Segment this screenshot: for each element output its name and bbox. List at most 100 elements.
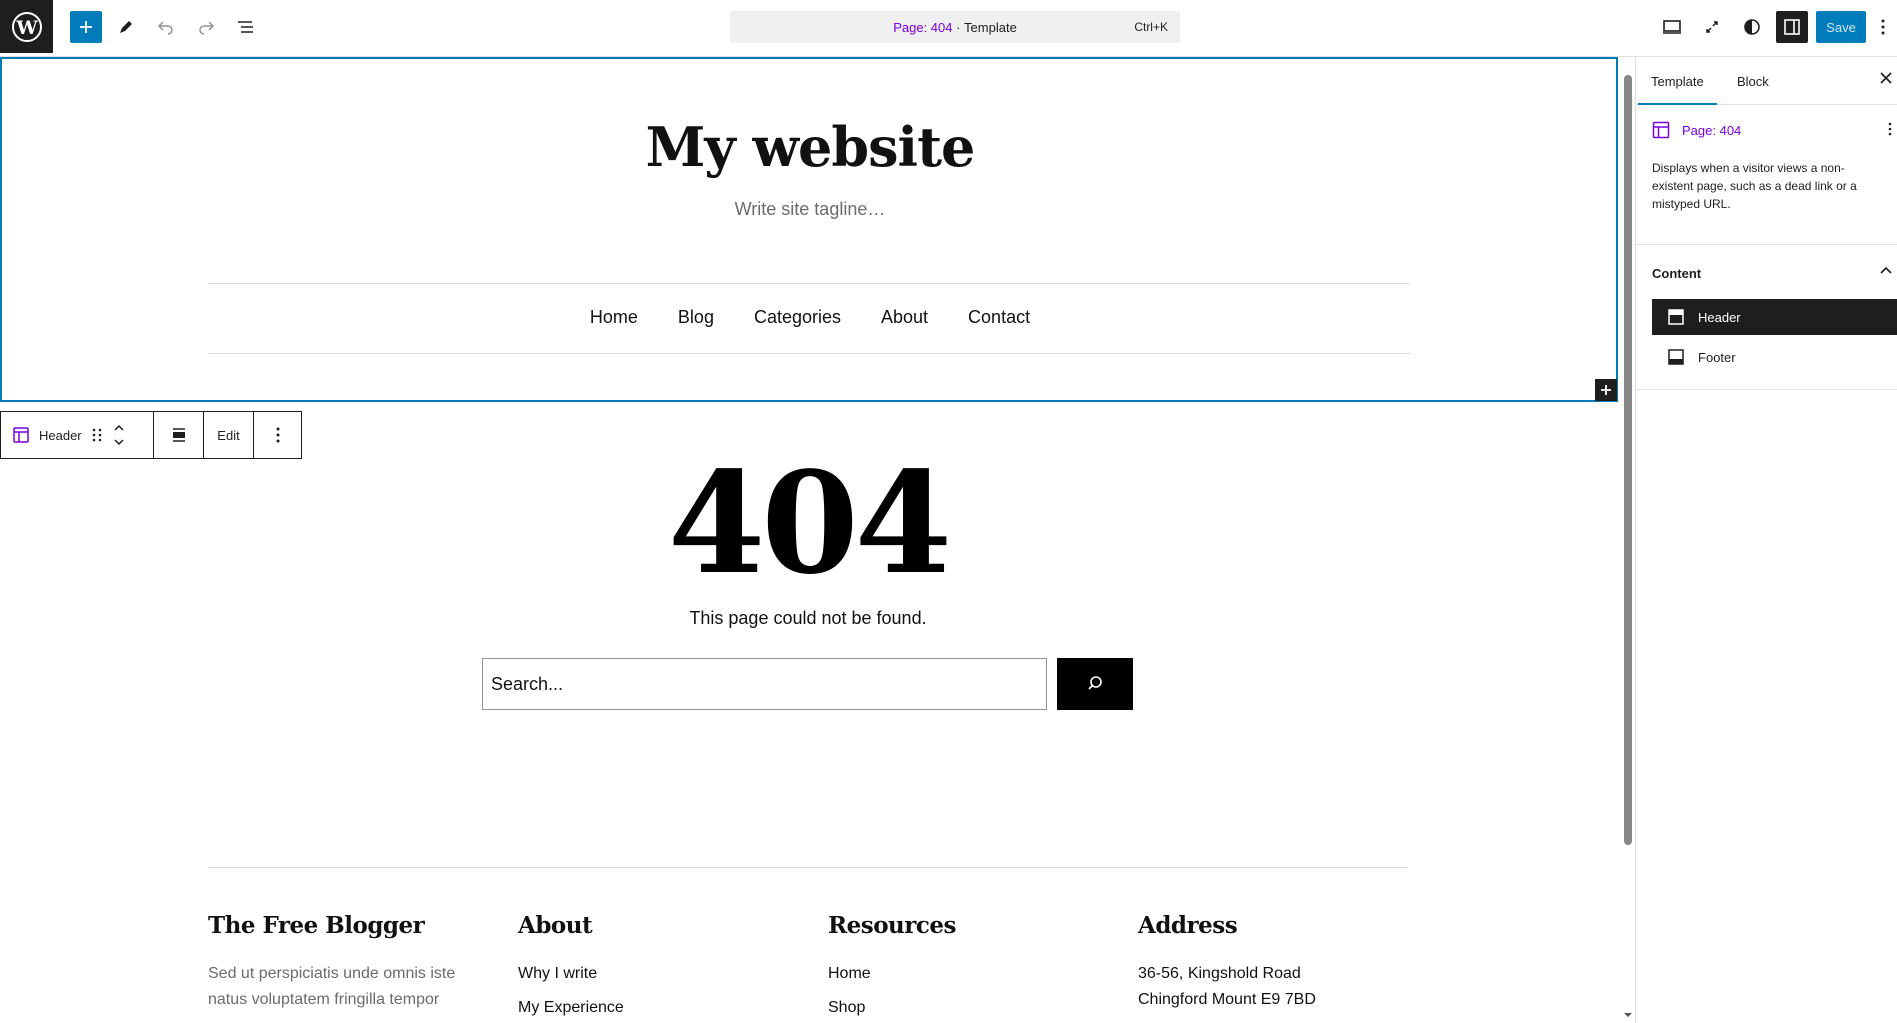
layout-icon <box>1652 121 1670 139</box>
content-panel-toggle[interactable]: Content <box>1636 245 1897 299</box>
footer-blog-line-2: natus voluptatem fringilla tempor <box>208 991 440 1008</box>
preview-device-button[interactable] <box>1656 11 1688 43</box>
redo-icon <box>199 21 215 35</box>
command-shortcut: Ctrl+K <box>1134 20 1168 34</box>
align-icon <box>172 428 185 442</box>
footer-link-why-i-write[interactable]: Why I write <box>518 961 808 987</box>
close-sidebar-button[interactable] <box>1879 71 1893 88</box>
block-inserter-button[interactable] <box>1595 379 1617 401</box>
wordpress-icon: W <box>11 11 42 42</box>
footer-heading-address: Address <box>1138 912 1238 939</box>
save-button[interactable]: Save <box>1816 11 1866 43</box>
block-toolbar-label: Header <box>39 427 82 443</box>
footer-column-resources: Resources Home Shop <box>828 912 1118 1023</box>
site-tagline[interactable]: Write site tagline… <box>2 199 1618 220</box>
template-part-label-header: Header <box>1698 309 1741 325</box>
editor-canvas[interactable]: My website Write site tagline… Home Blog… <box>0 57 1620 1023</box>
footer-heading-resources: Resources <box>828 912 956 939</box>
footer-about-links: Why I write My Experience <box>518 961 808 1021</box>
footer-link-my-experience[interactable]: My Experience <box>518 995 808 1021</box>
command-type: Template <box>964 19 1017 35</box>
site-title[interactable]: My website <box>2 115 1618 179</box>
close-icon <box>1880 72 1892 84</box>
scroll-down-arrow-icon[interactable] <box>1623 1011 1633 1019</box>
not-found-message[interactable]: This page could not be found. <box>0 608 1616 629</box>
footer-address-line-2: Chingford Mount E9 7BD <box>1138 991 1316 1008</box>
template-part-icon <box>13 427 29 443</box>
header-divider-bottom <box>208 353 1410 354</box>
nav-item-about[interactable]: About <box>881 307 928 328</box>
undo-button[interactable] <box>150 11 182 43</box>
template-part-label-footer: Footer <box>1698 349 1736 365</box>
sidebar-tabs: Template Block <box>1636 57 1897 105</box>
search-button[interactable] <box>1057 658 1133 710</box>
template-actions-button[interactable] <box>1887 121 1893 142</box>
pencil-icon <box>120 21 132 33</box>
footer-heading-blog: The Free Blogger <box>208 912 425 939</box>
plus-icon <box>1601 385 1611 395</box>
command-page-name: Page: 404 <box>893 19 953 35</box>
add-block-button[interactable] <box>70 11 102 43</box>
command-palette-bar[interactable]: Page: 404 · Template Ctrl+K <box>730 11 1180 43</box>
settings-sidebar-toggle[interactable] <box>1776 11 1808 43</box>
search-icon <box>1088 676 1102 690</box>
nav-item-categories[interactable]: Categories <box>754 307 841 328</box>
nav-item-home[interactable]: Home <box>590 307 638 328</box>
expand-icon <box>1706 21 1718 33</box>
tools-button[interactable] <box>110 11 142 43</box>
document-overview-button[interactable] <box>230 11 262 43</box>
list-view-icon <box>238 21 253 33</box>
chevron-up-icon <box>1880 266 1892 274</box>
desktop-icon <box>1663 20 1681 34</box>
template-card-title: Page: 404 <box>1652 121 1741 139</box>
more-vertical-icon <box>1881 19 1885 35</box>
footer-column-address: Address 36-56, Kingshold Road Chingford … <box>1138 912 1428 1013</box>
nav-item-blog[interactable]: Blog <box>678 307 714 328</box>
scrollbar-thumb[interactable] <box>1624 75 1632 845</box>
template-part-item-header[interactable]: Header <box>1652 299 1897 335</box>
template-part-item-footer[interactable]: Footer <box>1652 339 1897 375</box>
footer-divider <box>208 867 1408 868</box>
footer-address-text: 36-56, Kingshold Road Chingford Mount E9… <box>1138 961 1428 1013</box>
template-description: Displays when a visitor views a non-exis… <box>1652 161 1857 211</box>
tab-template[interactable]: Template <box>1638 74 1717 105</box>
header-icon <box>1668 309 1684 325</box>
404-heading[interactable]: 404 <box>0 442 1616 606</box>
sidebar-icon <box>1784 19 1800 35</box>
options-button[interactable] <box>1873 11 1893 43</box>
nav-item-contact[interactable]: Contact <box>968 307 1030 328</box>
template-name: Page: 404 <box>1682 122 1742 138</box>
wordpress-logo-button[interactable]: W <box>0 0 53 53</box>
settings-sidebar: Template Block Page: 404 Displays when a… <box>1636 57 1897 1023</box>
header-template-part[interactable]: My website Write site tagline… Home Blog… <box>0 57 1618 402</box>
drag-handle-icon[interactable] <box>92 427 102 443</box>
footer-column-about: About Why I write My Experience <box>518 912 808 1023</box>
footer-blog-text: Sed ut perspiciatis unde omnis iste natu… <box>208 961 498 1013</box>
canvas-scrollbar[interactable] <box>1620 57 1636 1023</box>
fullscreen-button[interactable] <box>1696 11 1728 43</box>
footer-blog-line-1: Sed ut perspiciatis unde omnis iste <box>208 965 456 982</box>
content-panel-title: Content <box>1652 266 1702 281</box>
footer-link-home[interactable]: Home <box>828 961 1118 987</box>
redo-button[interactable] <box>190 11 222 43</box>
footer-resources-links: Home Shop <box>828 961 1118 1021</box>
more-vertical-icon <box>1888 122 1892 136</box>
footer-heading-about: About <box>518 912 593 939</box>
footer-link-shop[interactable]: Shop <box>828 995 1118 1021</box>
undo-icon <box>157 21 173 35</box>
navigation-menu[interactable]: Home Blog Categories About Contact <box>210 307 1410 328</box>
styles-button[interactable] <box>1736 11 1768 43</box>
template-parts-list: Header Footer <box>1636 299 1897 390</box>
command-separator: · <box>952 19 965 35</box>
template-card: Page: 404 Displays when a visitor views … <box>1636 105 1897 245</box>
header-divider-top <box>208 283 1410 284</box>
search-input[interactable]: Search... <box>482 658 1047 710</box>
tab-block[interactable]: Block <box>1737 74 1769 89</box>
footer-icon <box>1668 349 1684 365</box>
footer-column-blog: The Free Blogger Sed ut perspiciatis und… <box>208 912 498 1013</box>
contrast-icon <box>1744 19 1760 35</box>
footer-address-line-1: 36-56, Kingshold Road <box>1138 965 1301 982</box>
svg-text:W: W <box>15 17 38 39</box>
editor-top-bar: W Page: 404 · Template Ctrl+K Save <box>0 0 1897 57</box>
plus-icon <box>80 21 92 33</box>
